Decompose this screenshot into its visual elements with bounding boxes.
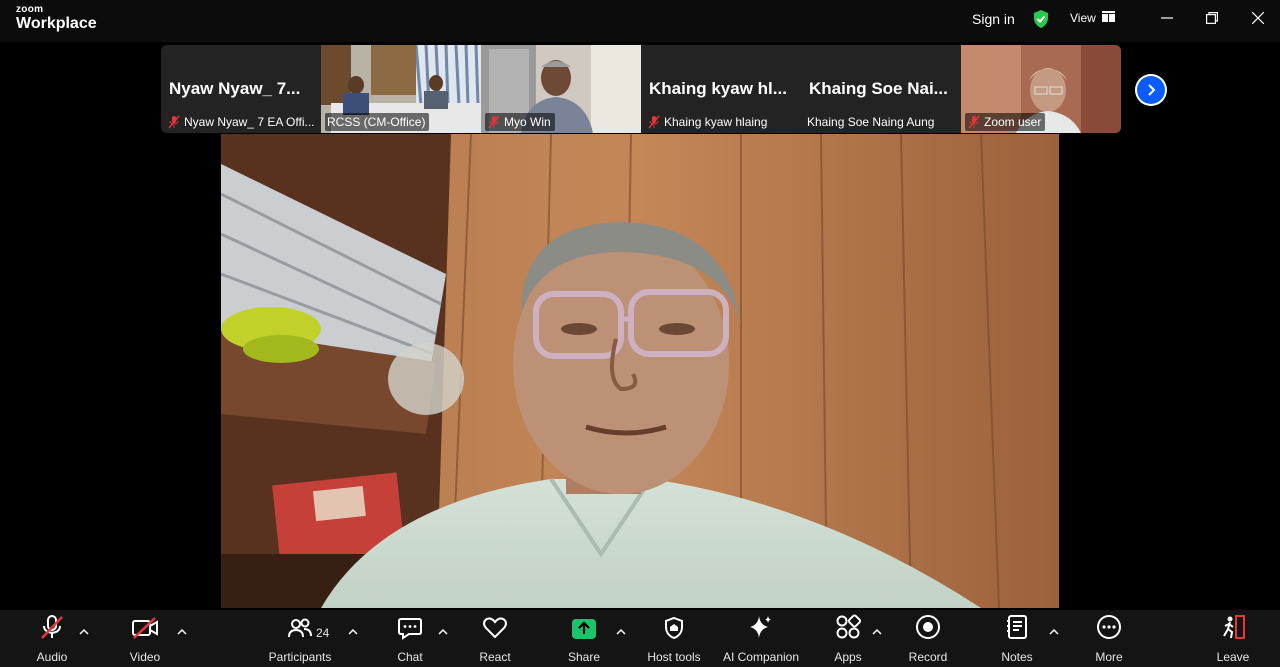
heart-icon [483, 617, 507, 639]
video-label: Video [129, 650, 161, 664]
apps-button[interactable]: Apps [831, 610, 865, 667]
more-label: More [1095, 650, 1123, 664]
chat-button[interactable]: Chat [392, 610, 428, 667]
participants-count: 24 [316, 626, 330, 640]
participant-label: Khaing kyaw hlaing [645, 113, 771, 131]
notes-button[interactable]: Notes [998, 610, 1036, 667]
active-speaker-video [221, 134, 1059, 608]
minimize-icon [1161, 17, 1173, 19]
notes-options-chevron-icon[interactable] [1049, 628, 1059, 636]
more-button[interactable]: More [1091, 610, 1127, 667]
meeting-toolbar: Audio Video Participants 24 Chat React S… [0, 610, 1280, 667]
share-options-chevron-icon[interactable] [616, 628, 626, 636]
react-button[interactable]: React [476, 610, 514, 667]
participant-tile[interactable]: RCSS (CM-Office) [321, 45, 481, 133]
close-icon [1252, 12, 1264, 24]
notes-icon [1007, 615, 1027, 639]
gallery-strip: Nyaw Nyaw_ 7... Nyaw Nyaw_ 7 EA Offi... … [161, 45, 1121, 133]
participant-label: RCSS (CM-Office) [325, 113, 430, 131]
notes-label: Notes [1001, 650, 1033, 664]
participants-label: Participants [268, 650, 332, 664]
view-button[interactable]: View [1070, 11, 1096, 25]
muted-mic-icon [968, 115, 980, 129]
apps-label: Apps [834, 650, 862, 664]
audio-button[interactable]: Audio [30, 610, 74, 667]
leave-button[interactable]: Leave [1214, 610, 1252, 667]
sign-in-button[interactable]: Sign in [972, 11, 1015, 27]
restore-button[interactable] [1200, 8, 1224, 28]
audio-options-chevron-icon[interactable] [79, 628, 89, 636]
apps-options-chevron-icon[interactable] [872, 628, 882, 636]
muted-mic-icon [488, 115, 500, 129]
participants-options-chevron-icon[interactable] [348, 628, 358, 636]
microphone-muted-icon [41, 615, 63, 639]
logo-small-text: zoom [16, 4, 44, 15]
participant-tile[interactable]: Nyaw Nyaw_ 7... Nyaw Nyaw_ 7 EA Offi... [161, 45, 321, 133]
participant-tile[interactable]: Khaing Soe Nai... Khaing Soe Naing Aung [801, 45, 961, 133]
speaker-video-frame [221, 134, 1059, 608]
close-button[interactable] [1246, 8, 1270, 28]
participant-name: Khaing Soe Naing Aung [807, 115, 935, 129]
participant-label: Zoom user [965, 113, 1046, 131]
shield-check-icon[interactable] [1032, 9, 1050, 29]
video-button[interactable]: Video [122, 610, 168, 667]
participant-tile[interactable]: Myo Win [481, 45, 641, 133]
zoom-logo: zoom Workplace [16, 5, 97, 32]
participant-name: RCSS (CM-Office) [327, 115, 426, 129]
participant-display-name: Nyaw Nyaw_ 7... [169, 79, 301, 98]
participant-label: Khaing Soe Naing Aung [805, 113, 938, 131]
chevron-right-icon [1148, 84, 1156, 96]
participant-name: Nyaw Nyaw_ 7 EA Offi... [184, 115, 315, 129]
sparkle-icon [750, 616, 771, 638]
participant-name: Myo Win [504, 115, 551, 129]
share-label: Share [567, 650, 601, 664]
shield-icon [665, 616, 683, 640]
share-button[interactable]: Share [564, 610, 604, 667]
chat-options-chevron-icon[interactable] [438, 628, 448, 636]
participant-label: Myo Win [485, 113, 555, 131]
minimize-button[interactable] [1155, 8, 1179, 28]
restore-icon [1206, 12, 1218, 24]
audio-label: Audio [36, 650, 68, 664]
participant-name: Zoom user [984, 115, 1042, 129]
participant-display-name: Khaing Soe Nai... [809, 79, 948, 98]
camera-off-icon [132, 617, 158, 639]
participants-icon [288, 618, 312, 638]
host-tools-label: Host tools [647, 650, 701, 664]
participant-tile[interactable]: Khaing kyaw hl... Khaing kyaw hlaing [641, 45, 801, 133]
host-tools-button[interactable]: Host tools [643, 610, 705, 667]
participant-name: Khaing kyaw hlaing [664, 115, 768, 129]
title-bar: zoom Workplace Sign in View [0, 0, 1280, 42]
chat-bubble-icon [398, 618, 422, 640]
more-dots-icon [1097, 615, 1121, 639]
leave-door-icon [1223, 615, 1245, 639]
apps-icon [836, 614, 861, 639]
muted-mic-icon [648, 115, 660, 129]
muted-mic-icon [168, 115, 180, 129]
record-label: Record [908, 650, 948, 664]
react-label: React [479, 650, 511, 664]
record-icon [916, 615, 940, 639]
share-screen-icon [572, 619, 596, 639]
ai-companion-button[interactable]: AI Companion [720, 610, 802, 667]
participant-label: Nyaw Nyaw_ 7 EA Offi... [165, 113, 317, 131]
participant-display-name: Khaing kyaw hl... [649, 79, 787, 98]
ai-companion-label: AI Companion [722, 650, 800, 664]
logo-big-text: Workplace [16, 15, 97, 32]
view-grid-icon [1102, 11, 1115, 22]
next-page-button[interactable] [1135, 74, 1167, 106]
leave-label: Leave [1216, 650, 1250, 664]
video-options-chevron-icon[interactable] [177, 628, 187, 636]
record-button[interactable]: Record [906, 610, 950, 667]
chat-label: Chat [397, 650, 423, 664]
participant-tile[interactable]: Zoom user [961, 45, 1121, 133]
